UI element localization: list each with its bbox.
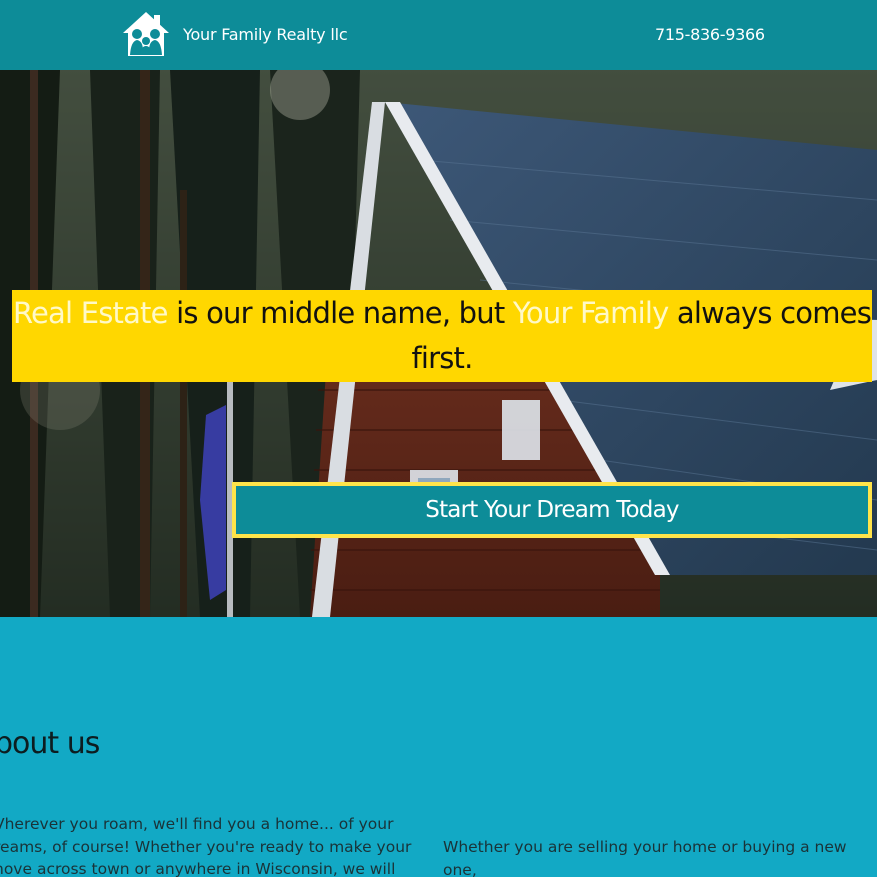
hero-headline: Real Estate is our middle name, but Your… — [12, 290, 872, 382]
headline-highlight-real-estate: Real Estate — [12, 296, 169, 330]
family-house-logo-icon[interactable] — [120, 9, 172, 61]
about-title: bout us — [0, 726, 100, 761]
site-header: Your Family Realty llc 715-836-9366 — [0, 0, 877, 70]
start-your-dream-today-button[interactable]: Start Your Dream Today — [232, 482, 872, 538]
brand-name[interactable]: Your Family Realty llc — [183, 24, 348, 46]
phone-number-link[interactable]: 715-836-9366 — [655, 24, 765, 46]
hero-section: Real Estate is our middle name, but Your… — [0, 70, 877, 617]
headline-highlight-your-family: Your Family — [512, 296, 669, 330]
headline-text-middle: is our middle name, but — [167, 296, 513, 330]
page: Your Family Realty llc 715-836-9366 Real… — [0, 0, 877, 877]
about-text-left: Vherever you roam, we'll find you a home… — [0, 815, 412, 877]
about-text-right: Whether you are selling your home or buy… — [443, 838, 847, 877]
about-section: bout us Vherever you roam, we'll find yo… — [0, 617, 877, 877]
